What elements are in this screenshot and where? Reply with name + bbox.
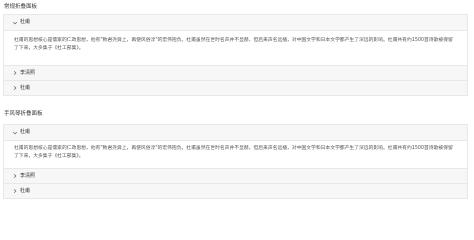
panel-header-label: 李清照 <box>20 70 36 76</box>
panel-header-label: 杜甫 <box>20 19 31 25</box>
chevron-down-icon <box>12 130 18 136</box>
panel-content-du-fu: 杜甫的思想核心是儒家的仁政思想，他有"致君尧舜上，再使风俗淳"的宏伟抱负。杜甫虽… <box>4 140 467 169</box>
panel-header-li-qingzhao[interactable]: 李清照 <box>4 169 467 183</box>
panel-header-label: 杜甫 <box>20 188 31 194</box>
panel-header-label: 杜甫 <box>20 85 31 91</box>
panel-content-text: 杜甫的思想核心是儒家的仁政思想，他有"致君尧舜上，再使风俗淳"的宏伟抱负。杜甫虽… <box>14 146 453 159</box>
section-title-accordion: 手风琴折叠面板 <box>4 111 43 117</box>
panel-header-label: 杜甫 <box>20 129 31 135</box>
panel-header-label: 李清照 <box>20 173 36 179</box>
chevron-right-icon <box>12 173 18 179</box>
panel-header-du-fu-2[interactable]: 杜甫 <box>4 184 467 198</box>
collapse-regular: 杜甫 杜甫的思想核心是儒家的仁政思想，他有"致君尧舜上，再使风俗淳"的宏伟抱负。… <box>3 14 468 96</box>
panel-header-du-fu[interactable]: 杜甫 <box>4 125 467 140</box>
panel-content-text: 杜甫的思想核心是儒家的仁政思想，他有"致君尧舜上，再使风俗淳"的宏伟抱负。杜甫虽… <box>14 38 453 51</box>
chevron-right-icon <box>12 85 18 91</box>
chevron-right-icon <box>12 70 18 76</box>
panel-header-du-fu[interactable]: 杜甫 <box>4 15 467 30</box>
panel-header-du-fu-2[interactable]: 杜甫 <box>4 81 467 95</box>
chevron-down-icon <box>12 20 18 26</box>
section-title-regular: 常规折叠面板 <box>4 4 38 10</box>
collapse-accordion: 杜甫 杜甫的思想核心是儒家的仁政思想，他有"致君尧舜上，再使风俗淳"的宏伟抱负。… <box>3 124 468 199</box>
panel-header-li-qingzhao[interactable]: 李清照 <box>4 66 467 80</box>
panel-content-du-fu: 杜甫的思想核心是儒家的仁政思想，他有"致君尧舜上，再使风俗淳"的宏伟抱负。杜甫虽… <box>4 30 467 66</box>
chevron-right-icon <box>12 188 18 194</box>
